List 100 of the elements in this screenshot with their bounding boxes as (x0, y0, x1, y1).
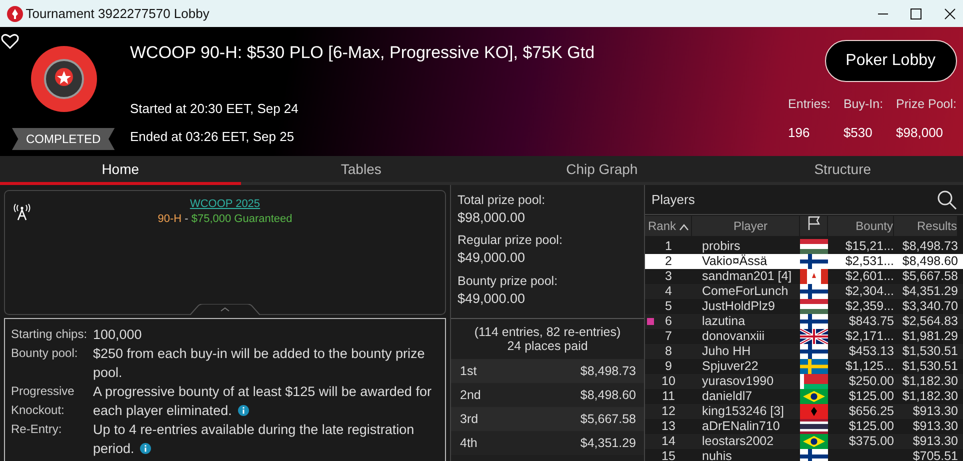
bounty-cell: $15,21... (845, 239, 894, 254)
stat-label: Prize Pool: (896, 96, 956, 113)
results-cell-text: $1,182.30 (901, 373, 958, 390)
rank-cell-text: 5 (664, 298, 673, 316)
tab[interactable]: Home (0, 156, 241, 185)
tournament-title: WCOOP 90-H: $530 PLO [6-Max, Progressive KO], $75K Gtd (130, 42, 596, 64)
rank-cell-text: 15 (660, 448, 676, 461)
bounty-cell: $375.00 (848, 434, 894, 448)
payout-amount: $5,667.58 (580, 410, 636, 428)
player-name: king153246 [3] (701, 403, 786, 420)
separator: - (184, 212, 190, 224)
window-title: Tournament 3922277570 Lobby (26, 4, 210, 23)
event-code: 90-H (158, 212, 182, 224)
bounty-cell: $2,601... (845, 269, 894, 284)
bounty-cell: $250.00 (848, 374, 894, 388)
pool-value: $49,000.00 (458, 249, 526, 266)
results-cell-text: $913.30 (912, 433, 958, 450)
bounty-cell: $843.75 (848, 314, 894, 328)
results-cell-text: $8,498.60 (901, 253, 958, 270)
rank-cell-text: 11 (661, 388, 676, 406)
results-cell-text: $705.51 (912, 448, 958, 461)
player-name: danieldl7 (701, 388, 754, 406)
player-name: donovanxiii (701, 328, 766, 346)
rank-cell-text: 6 (664, 313, 673, 330)
player-row[interactable]: 2 Vakio¤Ässä $2,531... $8,498.60 (645, 254, 963, 270)
pool-value: $98,000.00 (458, 208, 526, 226)
stat-label: Entries: (788, 96, 830, 113)
bounty-cell: $453.13 (848, 344, 894, 358)
stat-label: Buy-In: (843, 96, 884, 113)
results-cell-text: $2,564.83 (901, 313, 958, 330)
tab[interactable]: Structure (722, 156, 963, 185)
rank-cell-text: 1 (664, 238, 673, 256)
stat-value: $98,000 (896, 124, 944, 142)
pool-label: Bounty prize pool: (458, 272, 559, 290)
rank-cell-text: 7 (664, 328, 673, 346)
results-cell-text: $5,667.58 (901, 268, 958, 286)
stat-value: $530 (843, 124, 874, 142)
player-name: probirs (701, 238, 742, 254)
status-ribbon: COMPLETED (12, 128, 115, 150)
player-name: Vakio¤Ässä (701, 253, 768, 270)
detail-value: Up to 4 re-entries available during the late registration period. (93, 421, 416, 458)
rank-cell-text: 9 (664, 358, 673, 376)
results-cell-text: $913.30 (912, 418, 958, 436)
column-header[interactable]: Results (894, 216, 958, 236)
payout-place: 3rd (460, 410, 478, 428)
player-name: leostars2002 (701, 433, 775, 450)
player-row[interactable]: 8 Juho HH $453.13 $1,530.51 (645, 344, 963, 360)
detail-label: Re-Entry: (11, 421, 63, 438)
series-link[interactable]: WCOOP 2025 (190, 198, 260, 210)
column-header[interactable]: Bounty (828, 216, 894, 236)
payout-place: 4th (460, 434, 478, 452)
results-cell-text: $1,530.51 (901, 358, 958, 376)
end-time: Ended at 03:26 EET, Sep 25 (130, 129, 294, 144)
rank-cell-text: 3 (664, 268, 673, 286)
places-paid: 24 places paid (506, 339, 589, 353)
rank-cell-text: 2 (664, 253, 673, 270)
bounty-cell: $125.00 (848, 419, 894, 434)
payout-place: 2nd (460, 386, 481, 404)
player-name: yurasov1990 (701, 373, 775, 390)
player-name: Juho HH (701, 343, 752, 360)
payout-amount: $4,351.29 (580, 434, 636, 452)
detail-label: Starting chips: (11, 326, 88, 343)
results-cell-text: $1,530.51 (901, 343, 958, 360)
column-header[interactable]: Player (692, 216, 800, 236)
player-row[interactable]: 10 yurasov1990 $250.00 $1,182.30 (645, 374, 963, 390)
player-name: Spjuver22 (701, 358, 760, 376)
pool-label: Total prize pool: (458, 192, 546, 208)
rank-cell-text: 14 (660, 433, 676, 450)
payout-place: 1st (460, 362, 477, 380)
results-cell-text: $1,981.29 (901, 328, 958, 346)
pool-value: $49,000.00 (458, 290, 526, 306)
player-name: nuhis (701, 448, 733, 461)
rank-cell-text: 8 (664, 343, 673, 360)
player-row[interactable]: 14 leostars2002 $375.00 $913.30 (645, 434, 963, 450)
player-row[interactable]: 4 ComeForLunch $2,304... $4,351.29 (645, 284, 963, 300)
bounty-cell: $2,359... (845, 299, 894, 314)
player-name: aDrENalin710 (701, 418, 781, 436)
player-name: JustHoldPlz9 (701, 298, 776, 316)
results-cell-text: $913.30 (912, 403, 958, 420)
player-row[interactable]: 6 lazutina $843.75 $2,564.83 (645, 314, 963, 330)
player-row[interactable]: 12 king153246 [3] $656.25 $913.30 (645, 404, 963, 420)
stat-value: 196 (788, 124, 811, 142)
detail-label: Bounty pool: (11, 345, 79, 362)
players-title: Players (652, 190, 695, 209)
column-header[interactable]: Rank (645, 216, 692, 236)
rank-cell-text: 4 (664, 283, 673, 300)
bounty-cell: $2,171... (845, 329, 894, 344)
detail-value: 100,000 (93, 326, 142, 344)
results-cell-text: $3,340.70 (901, 298, 958, 316)
detail-value: A progressive bounty of at least $125 will be awarded for each player eliminated. (93, 383, 432, 420)
entries-note: (114 entries, 82 re-entries) (473, 325, 622, 339)
results-cell-text: $1,182.30 (901, 388, 958, 406)
poker-lobby-button[interactable]: Poker Lobby (824, 40, 956, 82)
payout-amount: $8,498.73 (580, 362, 636, 380)
rank-cell-text: 12 (660, 403, 676, 420)
bounty-cell: $125.00 (848, 389, 894, 404)
bounty-cell: $656.25 (848, 404, 894, 418)
detail-value: $250 from each buy-in will be added to the bounty prize pool. (93, 345, 426, 382)
results-cell-text: $8,498.73 (901, 238, 958, 256)
rank-cell-text: 10 (660, 373, 676, 390)
